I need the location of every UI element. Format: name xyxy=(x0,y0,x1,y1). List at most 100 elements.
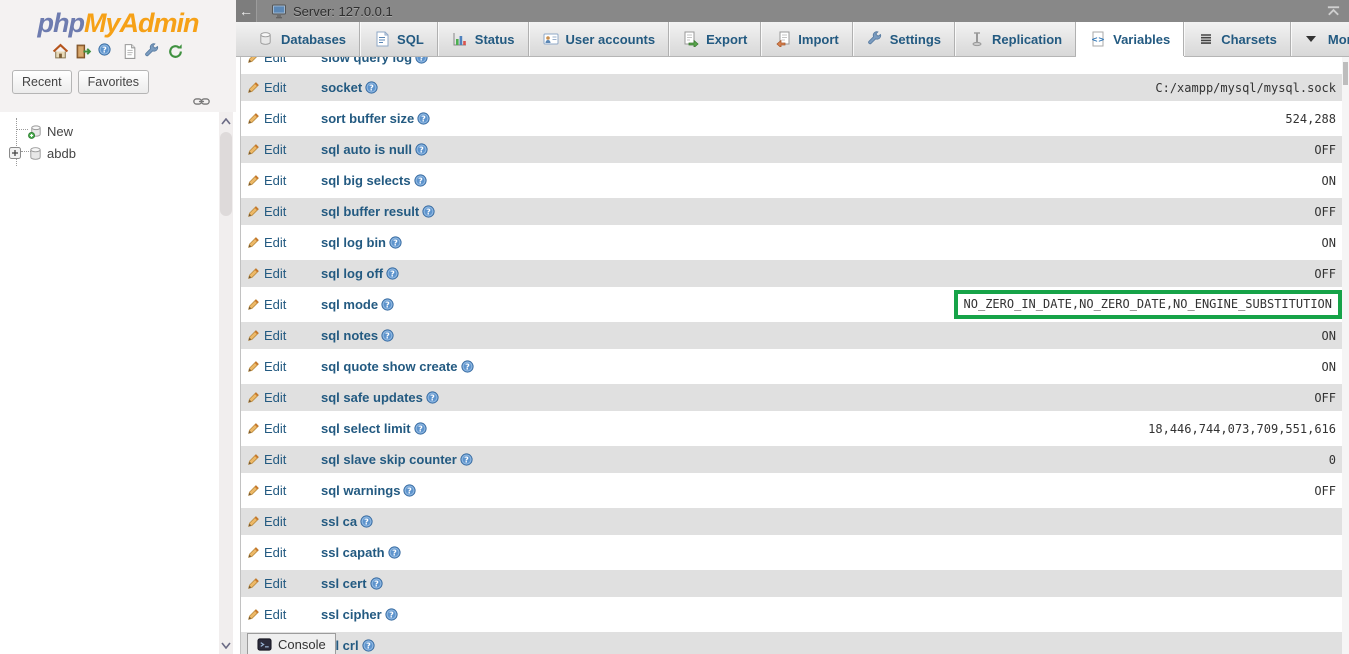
svg-text:?: ? xyxy=(369,82,374,92)
edit-link[interactable]: Edit xyxy=(247,576,307,591)
settings-icon[interactable] xyxy=(144,43,161,60)
edit-link[interactable]: Edit xyxy=(247,80,307,95)
tab-status[interactable]: Status xyxy=(438,22,529,56)
edit-link[interactable]: Edit xyxy=(247,545,307,560)
edit-link[interactable]: Edit xyxy=(247,266,307,281)
logout-icon[interactable] xyxy=(75,43,92,60)
svg-text:?: ? xyxy=(366,640,371,650)
expand-icon[interactable] xyxy=(9,147,21,159)
svg-text:?: ? xyxy=(464,454,469,464)
svg-text:?: ? xyxy=(364,516,369,526)
edit-label: Edit xyxy=(264,421,286,436)
database-icon xyxy=(258,31,274,47)
edit-link[interactable]: Edit xyxy=(247,111,307,126)
tab-databases[interactable]: Databases xyxy=(245,22,360,56)
edit-label: Edit xyxy=(264,204,286,219)
sidebar-icon-row: ? xyxy=(0,43,236,60)
edit-link[interactable]: Edit xyxy=(247,421,307,436)
server-monitor-icon xyxy=(271,3,287,19)
variable-name-text: ssl cipher xyxy=(321,607,382,622)
table-row: Edit ssl cipher? xyxy=(241,601,1342,628)
sidebar-header: phpMyAdmin ? Recent Favorites xyxy=(0,0,236,112)
settings-icon xyxy=(867,31,883,47)
edit-link[interactable]: Edit xyxy=(247,142,307,157)
edit-link[interactable]: Edit xyxy=(247,204,307,219)
edit-link[interactable]: Edit xyxy=(247,297,307,312)
svg-text:?: ? xyxy=(418,175,423,185)
recent-button[interactable]: Recent xyxy=(12,70,72,94)
edit-link[interactable]: Edit xyxy=(247,483,307,498)
tab-charsets[interactable]: Charsets xyxy=(1184,22,1291,56)
help-icon: ? xyxy=(385,608,398,621)
tab-label: Charsets xyxy=(1221,32,1277,47)
edit-link[interactable]: Edit xyxy=(247,452,307,467)
tree-item-new[interactable]: New xyxy=(0,120,236,142)
tab-user-accounts[interactable]: User accounts xyxy=(529,22,670,56)
value-text: 18,446,744,073,709,551,616 xyxy=(1148,422,1336,436)
tab-label: Import xyxy=(798,32,838,47)
edit-link[interactable]: Edit xyxy=(247,328,307,343)
variable-name-text: ssl capath xyxy=(321,545,385,560)
edit-label: Edit xyxy=(264,111,286,126)
sidebar-button-row: Recent Favorites xyxy=(12,70,236,94)
table-row: Editsql safe updates?OFF xyxy=(241,384,1342,411)
logo-myadmin: MyAdmin xyxy=(84,8,199,38)
main-scroll-thumb[interactable] xyxy=(1343,62,1348,85)
svg-text:?: ? xyxy=(419,144,424,154)
variable-value: 18,446,744,073,709,551,616 xyxy=(1148,422,1336,436)
tab-variables[interactable]: <>Variables xyxy=(1076,22,1184,56)
link-icon[interactable] xyxy=(193,96,210,107)
edit-link[interactable]: Edit xyxy=(247,57,307,65)
console-button[interactable]: Console xyxy=(247,633,336,654)
tab-sql[interactable]: SQL xyxy=(360,22,438,56)
new-database-icon xyxy=(28,124,43,139)
docs-icon[interactable] xyxy=(121,43,138,60)
variable-value: 524,288 xyxy=(1285,112,1336,126)
variable-name-text: sql select limit xyxy=(321,421,411,436)
home-icon[interactable] xyxy=(52,43,69,60)
edit-link[interactable]: Edit xyxy=(247,359,307,374)
variable-name: sql slave skip counter? xyxy=(321,452,473,467)
collapse-sidebar-button[interactable]: ← xyxy=(236,0,257,22)
variable-value: C:/xampp/mysql/mysql.sock xyxy=(1155,81,1336,95)
help-icon: ? xyxy=(415,57,428,64)
main-scrollbar[interactable] xyxy=(1342,57,1349,654)
tab-export[interactable]: Export xyxy=(669,22,761,56)
edit-link[interactable]: Edit xyxy=(247,607,307,622)
favorites-button[interactable]: Favorites xyxy=(78,70,149,94)
edit-label: Edit xyxy=(264,235,286,250)
export-icon xyxy=(683,31,699,47)
edit-link[interactable]: Edit xyxy=(247,173,307,188)
refresh-icon[interactable] xyxy=(167,43,184,60)
charsets-icon xyxy=(1198,31,1214,47)
collapse-menu-icon[interactable] xyxy=(1326,5,1341,17)
edit-label: Edit xyxy=(264,80,286,95)
value-text: ON xyxy=(1322,329,1336,343)
variable-name-text: sql warnings xyxy=(321,483,400,498)
variable-name-text: sql notes xyxy=(321,328,378,343)
edit-label: Edit xyxy=(264,297,286,312)
tree-item-abdb[interactable]: abdb xyxy=(0,142,236,164)
variable-name: sql mode? xyxy=(321,297,394,312)
edit-link[interactable]: Edit xyxy=(247,514,307,529)
tab-label: User accounts xyxy=(566,32,656,47)
tab-replication[interactable]: Replication xyxy=(955,22,1076,56)
tab-import[interactable]: Import xyxy=(761,22,852,56)
tab-bar: DatabasesSQLStatus User accounts Export Imp… xyxy=(236,22,1349,57)
help-icon[interactable]: ? xyxy=(98,43,115,60)
sidebar-scrollbar[interactable] xyxy=(219,112,233,654)
tree-item-label: abdb xyxy=(47,146,76,161)
phpmyadmin-logo[interactable]: phpMyAdmin xyxy=(0,0,236,39)
scroll-up-icon[interactable] xyxy=(219,114,233,128)
help-icon: ? xyxy=(414,174,427,187)
tab-settings[interactable]: Settings xyxy=(853,22,955,56)
tab-more[interactable]: More xyxy=(1291,22,1349,56)
scroll-down-icon[interactable] xyxy=(219,638,233,652)
server-breadcrumb[interactable]: Server: 127.0.0.1 xyxy=(271,3,393,19)
sidebar-scroll-thumb[interactable] xyxy=(220,132,232,216)
help-icon: ? xyxy=(403,484,416,497)
help-icon: ? xyxy=(414,422,427,435)
edit-link[interactable]: Edit xyxy=(247,235,307,250)
edit-link[interactable]: Edit xyxy=(247,390,307,405)
svg-text:?: ? xyxy=(421,113,426,123)
